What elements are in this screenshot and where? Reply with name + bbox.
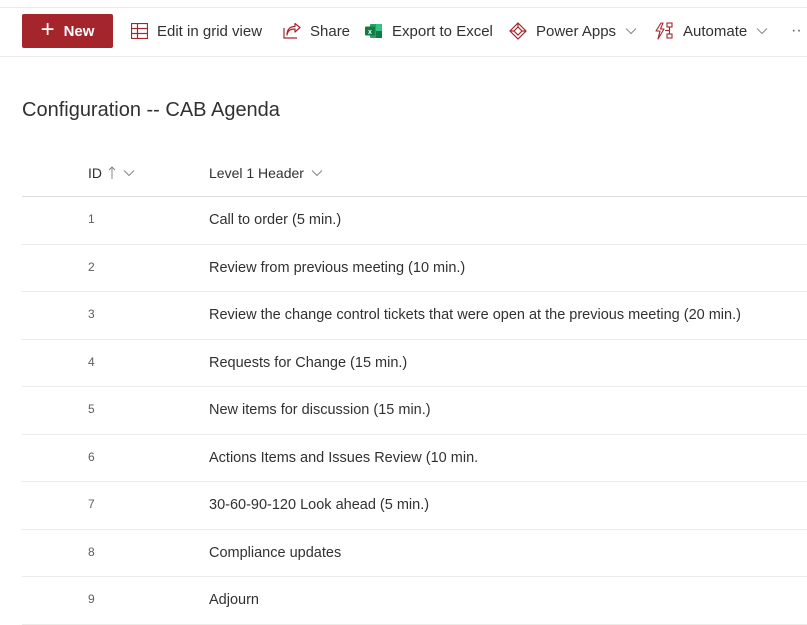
table-row[interactable]: 8 Compliance updates — [22, 530, 807, 577]
table-row[interactable]: 5 New items for discussion (15 min.) — [22, 387, 807, 435]
export-to-excel-button[interactable]: x Export to Excel — [365, 14, 493, 48]
chevron-down-icon — [756, 27, 768, 35]
table-row[interactable]: 6 Actions Items and Issues Review (10 mi… — [22, 435, 807, 482]
cell-level-1-header: Review the change control tickets that w… — [209, 307, 741, 323]
excel-icon: x — [365, 23, 383, 39]
page-title: Configuration -- CAB Agenda — [22, 99, 280, 121]
cell-id: 2 — [88, 259, 95, 274]
cell-id: 7 — [88, 497, 95, 511]
grid-icon — [131, 23, 148, 39]
cell-level-1-header: Compliance updates — [209, 544, 342, 561]
new-button-label: New — [63, 22, 95, 40]
more-icon: ·· — [791, 22, 802, 39]
chevron-down-icon — [311, 169, 323, 177]
power-apps-label: Power Apps — [536, 22, 617, 40]
share-button[interactable]: Share — [283, 14, 350, 48]
svg-text:x: x — [368, 29, 372, 36]
chevron-down-icon — [625, 27, 637, 35]
export-to-excel-label: Export to Excel — [392, 22, 493, 40]
table-row[interactable]: 2 Review from previous meeting (10 min.) — [22, 245, 807, 292]
cell-level-1-header: Adjourn — [209, 592, 259, 608]
more-options-button[interactable]: ·· — [791, 14, 802, 48]
cell-level-1-header: 30-60-90-120 Look ahead (5 min.) — [209, 497, 430, 513]
table-row[interactable]: 9 Adjourn — [22, 577, 807, 625]
table-row[interactable]: 4 Requests for Change (15 min.) — [22, 340, 807, 387]
power-apps-icon — [509, 22, 527, 40]
table-row[interactable]: 1 Call to order (5 min.) — [22, 197, 807, 245]
cell-level-1-header: Requests for Change (15 min.) — [209, 354, 408, 371]
column-header-label: ID — [88, 165, 102, 181]
table-header: ID Level 1 Header — [22, 150, 807, 197]
cell-id: 5 — [88, 402, 95, 416]
cell-id: 9 — [88, 592, 95, 606]
share-icon — [283, 23, 301, 39]
cell-level-1-header: New items for discussion (15 min.) — [209, 402, 431, 418]
sort-ascending-icon — [108, 166, 116, 180]
edit-in-grid-view-button[interactable]: Edit in grid view — [131, 14, 262, 48]
column-header-label: Level 1 Header — [209, 165, 304, 181]
cell-id: 3 — [88, 307, 95, 321]
power-apps-button[interactable]: Power Apps — [509, 14, 637, 48]
cell-level-1-header: Call to order (5 min.) — [209, 212, 342, 228]
automate-icon — [655, 22, 674, 40]
edit-in-grid-view-label: Edit in grid view — [157, 22, 263, 40]
cell-level-1-header: Review from previous meeting (10 min.) — [209, 259, 466, 276]
table-row[interactable]: 3 Review the change control tickets that… — [22, 292, 807, 340]
new-button[interactable]: + New — [22, 14, 113, 48]
table-row[interactable]: 7 30-60-90-120 Look ahead (5 min.) — [22, 482, 807, 530]
chevron-down-icon — [123, 169, 135, 177]
plus-icon: + — [40, 16, 55, 43]
share-label: Share — [310, 22, 351, 40]
cell-id: 6 — [88, 449, 95, 464]
cell-id: 4 — [88, 354, 95, 369]
column-header-id[interactable]: ID — [88, 165, 135, 181]
automate-button[interactable]: Automate — [655, 14, 768, 48]
cell-id: 8 — [88, 544, 95, 559]
column-header-level-1-header[interactable]: Level 1 Header — [209, 165, 323, 181]
list-table: ID Level 1 Header 1 Call to order (5 min… — [22, 150, 807, 625]
cell-id: 1 — [88, 212, 95, 226]
command-bar: + New Edit in grid view Share x Export t… — [0, 8, 807, 57]
automate-label: Automate — [683, 22, 748, 40]
cell-level-1-header: Actions Items and Issues Review (10 min. — [209, 449, 479, 466]
